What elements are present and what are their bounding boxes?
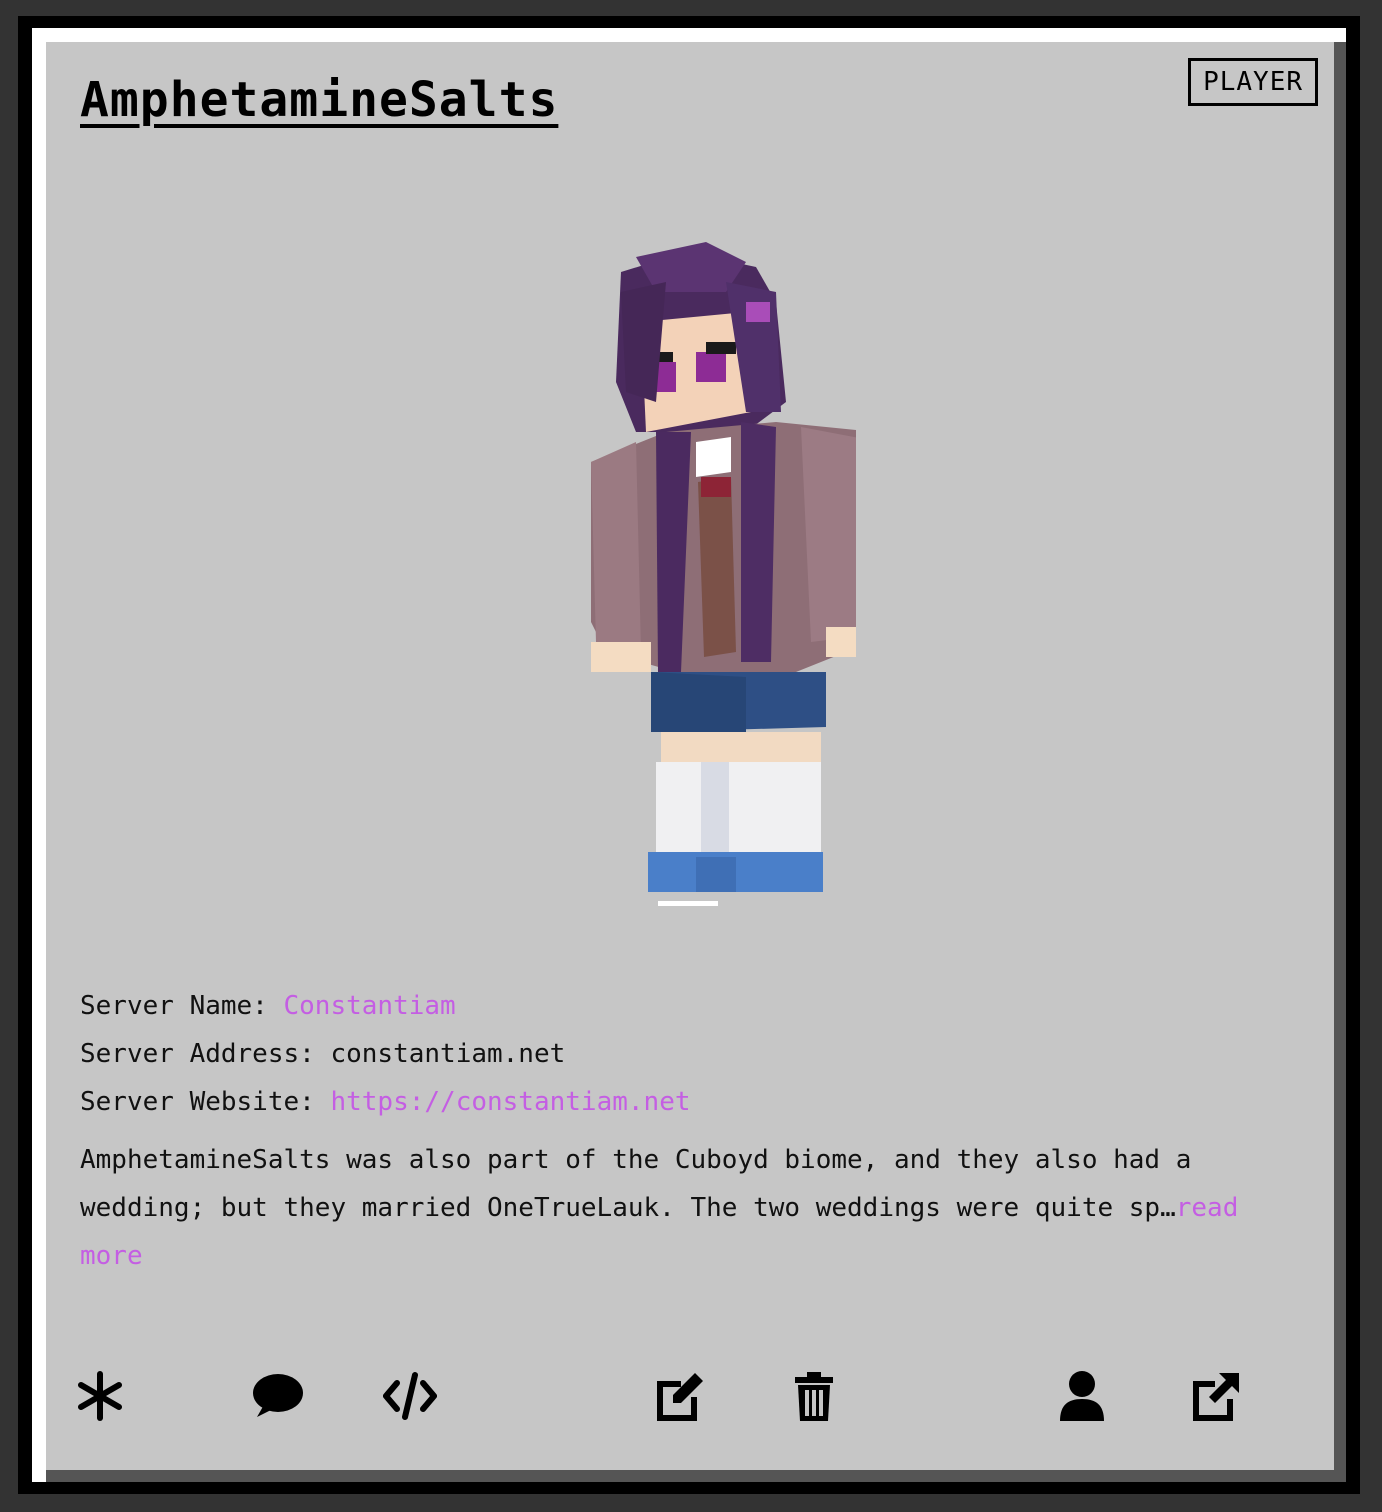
player-title[interactable]: AmphetamineSalts	[80, 72, 558, 128]
carousel-indicator[interactable]	[658, 901, 718, 906]
server-name-label: Server Name:	[80, 991, 268, 1021]
code-icon[interactable]	[382, 1368, 438, 1424]
server-address-value: constantiam.net	[330, 1039, 566, 1069]
comment-icon[interactable]	[250, 1368, 306, 1424]
server-address-row: Server Address: constantiam.net	[80, 1030, 691, 1078]
asterisk-icon[interactable]	[72, 1368, 128, 1424]
server-name-row: Server Name: Constantiam	[80, 982, 691, 1030]
description-text: AmphetamineSalts was also part of the Cu…	[80, 1145, 1192, 1223]
server-website-label: Server Website:	[80, 1087, 315, 1117]
player-description: AmphetamineSalts was also part of the Cu…	[80, 1136, 1290, 1280]
server-name-link[interactable]: Constantiam	[284, 991, 456, 1021]
server-address-label: Server Address:	[80, 1039, 315, 1069]
external-link-icon[interactable]	[1188, 1368, 1244, 1424]
server-website-link[interactable]: https://constantiam.net	[330, 1087, 690, 1117]
user-icon[interactable]	[1054, 1368, 1110, 1424]
server-website-row: Server Website: https://constantiam.net	[80, 1078, 691, 1126]
player-skin-render[interactable]	[546, 232, 856, 892]
trash-icon[interactable]	[786, 1368, 842, 1424]
card-frame: AmphetamineSalts PLAYER Server Name: Con…	[18, 16, 1360, 1494]
type-badge: PLAYER	[1188, 58, 1318, 106]
server-info: Server Name: Constantiam Server Address:…	[80, 982, 691, 1126]
edit-icon[interactable]	[652, 1368, 708, 1424]
player-card: AmphetamineSalts PLAYER Server Name: Con…	[46, 42, 1334, 1470]
